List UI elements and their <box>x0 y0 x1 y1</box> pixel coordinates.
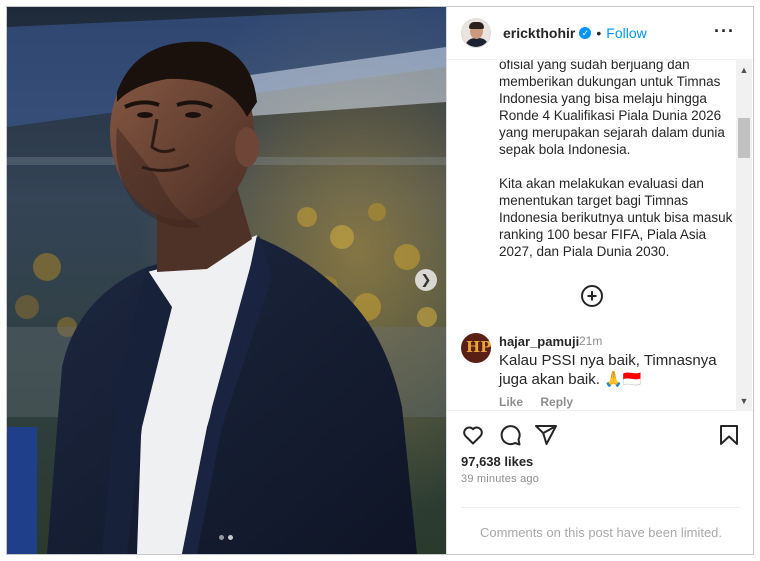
carousel-indicator <box>219 535 233 540</box>
scroll-down-arrow-icon[interactable]: ▼ <box>736 393 752 409</box>
commenter-username[interactable]: hajar_pamuji <box>499 334 579 349</box>
heart-icon[interactable] <box>461 423 485 447</box>
share-icon[interactable] <box>534 423 558 447</box>
follow-button[interactable]: Follow <box>606 25 646 41</box>
scrollbar[interactable]: ▲ ▼ <box>736 60 752 411</box>
post-caption: ofisial yang sudah berjuang dan memberik… <box>499 60 734 277</box>
author-username[interactable]: erickthohir <box>503 25 575 41</box>
post-actions-bar <box>461 423 741 449</box>
comment-reply-button[interactable]: Reply <box>540 395 573 409</box>
scrollbar-thumb[interactable] <box>738 118 750 158</box>
plus-circle-icon[interactable]: + <box>581 285 603 307</box>
commenter-avatar[interactable]: HP <box>461 333 491 363</box>
more-options-icon[interactable]: ··· <box>714 21 735 42</box>
carousel-dot-active <box>228 535 233 540</box>
comment-time: 21m <box>579 334 603 348</box>
verified-badge-icon: ✓ <box>579 27 592 39</box>
post-header: erickthohir ✓ • Follow ··· <box>447 7 753 60</box>
instagram-post-window: ❯ erickthohir ✓ • Follow ··· ofisial yan… <box>6 6 754 555</box>
bookmark-icon[interactable] <box>717 423 741 447</box>
chevron-right-icon: ❯ <box>420 272 432 287</box>
comment-icon[interactable] <box>498 423 522 447</box>
coach-portrait-image <box>7 7 446 554</box>
caption-paragraph: Kita akan melakukan evaluasi dan menentu… <box>499 176 733 259</box>
post-photo[interactable]: ❯ <box>7 7 446 554</box>
comment-like-button[interactable]: Like <box>499 395 523 409</box>
caption-paragraph: ofisial yang sudah berjuang dan memberik… <box>499 60 725 157</box>
next-photo-button[interactable]: ❯ <box>415 269 437 291</box>
carousel-dot <box>219 535 224 540</box>
header-separator: • <box>596 25 602 41</box>
comment-text: Kalau PSSI nya baik, Timnasnya juga akan… <box>499 352 717 388</box>
author-avatar[interactable] <box>461 18 491 48</box>
comments-scroll-area[interactable]: ofisial yang sudah berjuang dan memberik… <box>447 60 753 411</box>
post-detail-panel: erickthohir ✓ • Follow ··· ofisial yang … <box>446 7 753 554</box>
comment-actions: Like Reply <box>499 395 587 409</box>
avatar-initials: HP <box>466 338 491 356</box>
post-timestamp[interactable]: 39 minutes ago <box>461 473 539 485</box>
scroll-up-arrow-icon[interactable]: ▲ <box>736 62 752 78</box>
comments-limited-notice: Comments on this post have been limited. <box>461 507 741 540</box>
likes-count[interactable]: 97,638 likes <box>461 454 533 469</box>
